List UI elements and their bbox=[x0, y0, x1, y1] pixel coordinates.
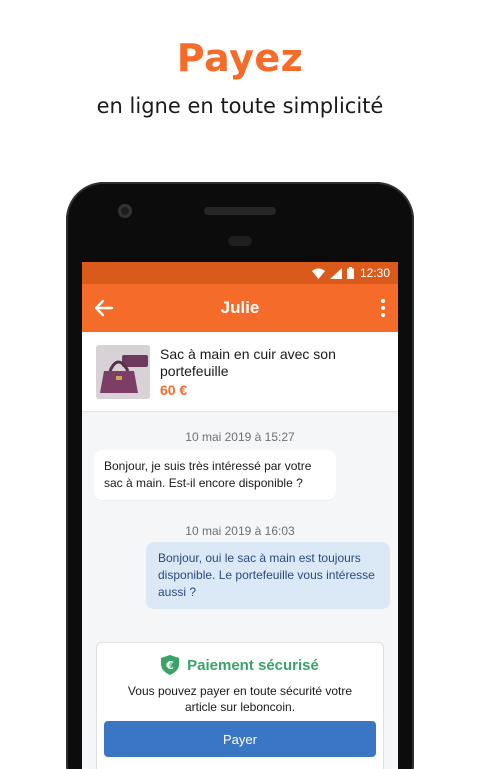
product-thumbnail bbox=[96, 344, 150, 399]
battery-icon bbox=[346, 267, 354, 279]
phone-screen: 12:30 Julie Sac à main en cuir avec son … bbox=[82, 262, 398, 769]
proximity-sensor bbox=[228, 236, 252, 246]
signal-icon bbox=[329, 267, 342, 279]
status-bar: 12:30 bbox=[82, 262, 398, 284]
pay-button[interactable]: Payer bbox=[104, 721, 376, 757]
product-title: Sac à main en cuir avec son portefeuille bbox=[160, 345, 336, 379]
hero-subtitle: en ligne en toute simplicité bbox=[96, 94, 384, 118]
product-header[interactable]: Sac à main en cuir avec son portefeuille… bbox=[82, 332, 398, 412]
front-camera bbox=[118, 204, 132, 218]
svg-text:€: € bbox=[165, 659, 174, 672]
outgoing-message: Bonjour, oui le sac à main est toujours … bbox=[146, 542, 390, 609]
incoming-message: Bonjour, je suis très intéressé par votr… bbox=[94, 450, 336, 500]
wifi-icon bbox=[311, 268, 325, 279]
app-bar: Julie bbox=[82, 284, 398, 332]
more-vert-icon[interactable] bbox=[378, 297, 388, 319]
conversation-title: Julie bbox=[220, 298, 260, 317]
payment-description: Vous pouvez payer en toute sécurité votr… bbox=[127, 684, 353, 714]
status-time: 12:30 bbox=[359, 266, 390, 280]
euro-shield-icon: € bbox=[161, 655, 180, 675]
message-timestamp: 10 mai 2019 à 16:03 bbox=[185, 524, 295, 538]
status-icons bbox=[311, 267, 354, 279]
product-price: 60 € bbox=[160, 381, 188, 398]
back-arrow-icon[interactable] bbox=[92, 296, 116, 320]
secure-payment-card: € Paiement sécurisé Vous pouvez payer en… bbox=[96, 642, 384, 769]
message-timestamp: 10 mai 2019 à 15:27 bbox=[185, 430, 295, 444]
earpiece-speaker bbox=[204, 207, 276, 215]
payment-title: Paiement sécurisé bbox=[187, 656, 319, 674]
handbag-image bbox=[96, 344, 150, 399]
hero-title: Payez bbox=[176, 36, 304, 80]
